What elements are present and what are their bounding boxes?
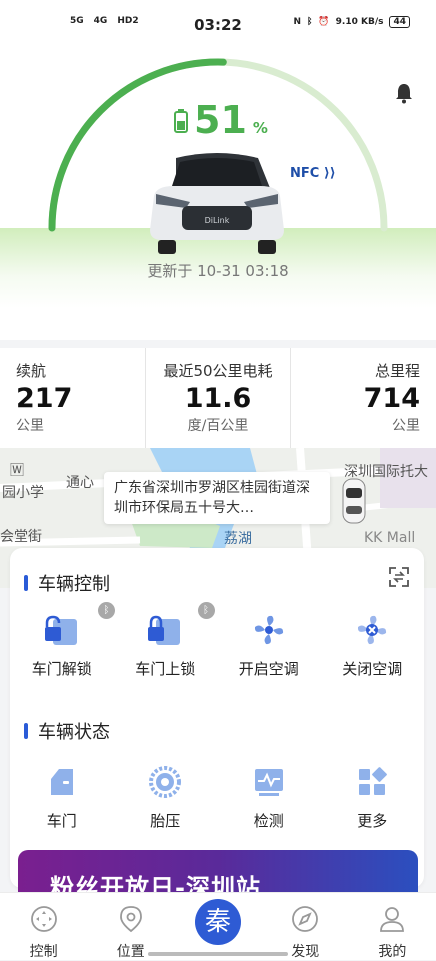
title-accent: [24, 575, 28, 591]
control-icon: [30, 906, 57, 932]
diagnostic-icon: [217, 762, 321, 802]
nfc-indicator[interactable]: NFC ⟩⟩: [290, 166, 336, 181]
updated-time: 更新于 10-31 03:18: [147, 262, 289, 280]
door-status-label: 车门: [46, 812, 77, 830]
tab-discover[interactable]: 发现: [262, 893, 349, 960]
vehicle-status-title: 车辆状态: [24, 718, 110, 744]
location-icon: [119, 906, 142, 933]
nfc-label: NFC: [290, 166, 320, 181]
tab-discover-label: 发现: [291, 944, 320, 960]
battery-unit: %: [252, 119, 268, 137]
door-lock-label: 车门上锁: [135, 660, 196, 678]
car-location-icon: [342, 478, 366, 524]
alarm-icon: ⏰: [318, 17, 330, 27]
range-value: 217: [16, 383, 73, 414]
door-lock-button[interactable]: ᛒ 车门上锁: [114, 602, 218, 679]
door-unlock-label: 车门解锁: [31, 660, 92, 678]
battery-display: 51 %: [174, 98, 268, 142]
range-stat[interactable]: 续航 217 公里: [0, 348, 145, 448]
odometer-stat[interactable]: 总里程 714 公里: [291, 348, 436, 448]
bluetooth-badge-icon: ᛒ: [197, 602, 215, 619]
car-image: DiLink: [150, 153, 284, 254]
tire-pressure-label: 胎压: [150, 812, 181, 830]
map-label-tongxin: 通心: [66, 475, 94, 491]
door-unlock-button[interactable]: ᛒ 车门解锁: [10, 602, 115, 679]
door-status-button[interactable]: 车门: [10, 762, 114, 831]
more-button[interactable]: 更多: [321, 762, 425, 831]
title-accent: [24, 723, 28, 739]
ac-on-button[interactable]: 开启空调: [217, 610, 321, 679]
qin-logo-icon: 秦: [195, 899, 241, 945]
consumption-label: 最近50公里电耗: [163, 362, 273, 380]
nfc-status-icon: N: [293, 17, 302, 27]
map-label-hall: 会堂街: [0, 529, 42, 545]
vehicle-control-title: 车辆控制: [24, 570, 110, 596]
range-label: 续航: [16, 362, 47, 380]
tire-icon: [114, 762, 218, 802]
odometer-value: 714: [363, 383, 421, 414]
bluetooth-badge-icon: ᛒ: [98, 602, 115, 619]
tab-control[interactable]: 控制: [0, 893, 87, 960]
more-label: 更多: [357, 812, 388, 830]
door-icon: [10, 762, 114, 802]
profile-icon: [380, 907, 405, 932]
battery-indicator: 44: [389, 16, 410, 28]
bottom-tabbar: 控制 位置 秦 发现 我的: [0, 892, 436, 960]
consumption-unit: 度/百公里: [187, 418, 249, 434]
ac-on-label: 开启空调: [238, 660, 299, 678]
odometer-label: 总里程: [375, 362, 421, 380]
range-unit: 公里: [16, 418, 44, 434]
tire-pressure-button[interactable]: 胎压: [114, 762, 218, 831]
map-label-school: 园小学: [2, 485, 44, 501]
tab-location-label: 位置: [116, 944, 145, 960]
map-label-mall: KK Mall: [364, 530, 416, 546]
status-bar: 5G 4G HD2 03:22 N ᛒ ⏰ 9.10 KB/s 44: [0, 0, 436, 40]
odometer-unit: 公里: [392, 418, 421, 434]
vehicle-hero: 51 % DiLink NFC ⟩⟩ 更新于 10-31 03:18: [0, 40, 436, 340]
car-plate-text: DiLink: [205, 216, 230, 225]
tab-profile[interactable]: 我的: [349, 893, 436, 960]
fan-on-icon: [217, 610, 321, 650]
vehicle-status-grid: 车门 胎压 检测 更多: [10, 762, 424, 831]
consumption-stat[interactable]: 最近50公里电耗 11.6 度/百公里: [144, 348, 292, 448]
tab-home[interactable]: 秦: [174, 893, 261, 960]
status-right: N ᛒ ⏰ 9.10 KB/s 44: [293, 16, 410, 28]
ac-off-button[interactable]: 关闭空调: [321, 610, 425, 679]
school-marker-icon: 🅆: [10, 463, 24, 479]
vehicle-card: 车辆控制 ᛒ 车门解锁 ᛒ 车门上锁 开启空调 关闭空调 车辆状态 车门 胎压 …: [10, 548, 424, 888]
stats-panel: 续航 217 公里 最近50公里电耗 11.6 度/百公里 总里程 714 公里: [0, 348, 436, 448]
fan-off-icon: [321, 610, 425, 650]
consumption-value: 11.6: [184, 383, 252, 414]
address-bubble[interactable]: 广东省深圳市罗湖区桂园街道深圳市环保局五十号大…: [104, 472, 330, 524]
diagnostic-button[interactable]: 检测: [217, 762, 321, 831]
tab-profile-label: 我的: [378, 944, 407, 960]
tab-control-label: 控制: [29, 944, 58, 960]
bluetooth-status-icon: ᛒ: [307, 17, 313, 27]
battery-icon: [174, 109, 188, 133]
map-label-lake: 荔湖: [224, 531, 252, 547]
battery-percent: 51: [194, 98, 247, 142]
home-indicator[interactable]: [148, 952, 288, 956]
bell-icon[interactable]: [394, 82, 414, 104]
tab-location[interactable]: 位置: [87, 893, 174, 960]
door-unlock-icon: [10, 610, 114, 650]
vehicle-control-grid: ᛒ 车门解锁 ᛒ 车门上锁 开启空调 关闭空调: [10, 602, 425, 679]
diagnostic-label: 检测: [253, 812, 284, 830]
ac-off-label: 关闭空调: [342, 660, 403, 678]
discover-icon: [292, 906, 319, 932]
net-speed: 9.10 KB/s: [335, 17, 384, 27]
nfc-wave-icon: ⟩⟩: [323, 166, 336, 181]
more-grid-icon: [321, 762, 425, 802]
vehicle-status-title-text: 车辆状态: [38, 722, 110, 743]
switch-vehicle-icon[interactable]: [388, 566, 410, 588]
vehicle-control-title-text: 车辆控制: [38, 574, 110, 595]
